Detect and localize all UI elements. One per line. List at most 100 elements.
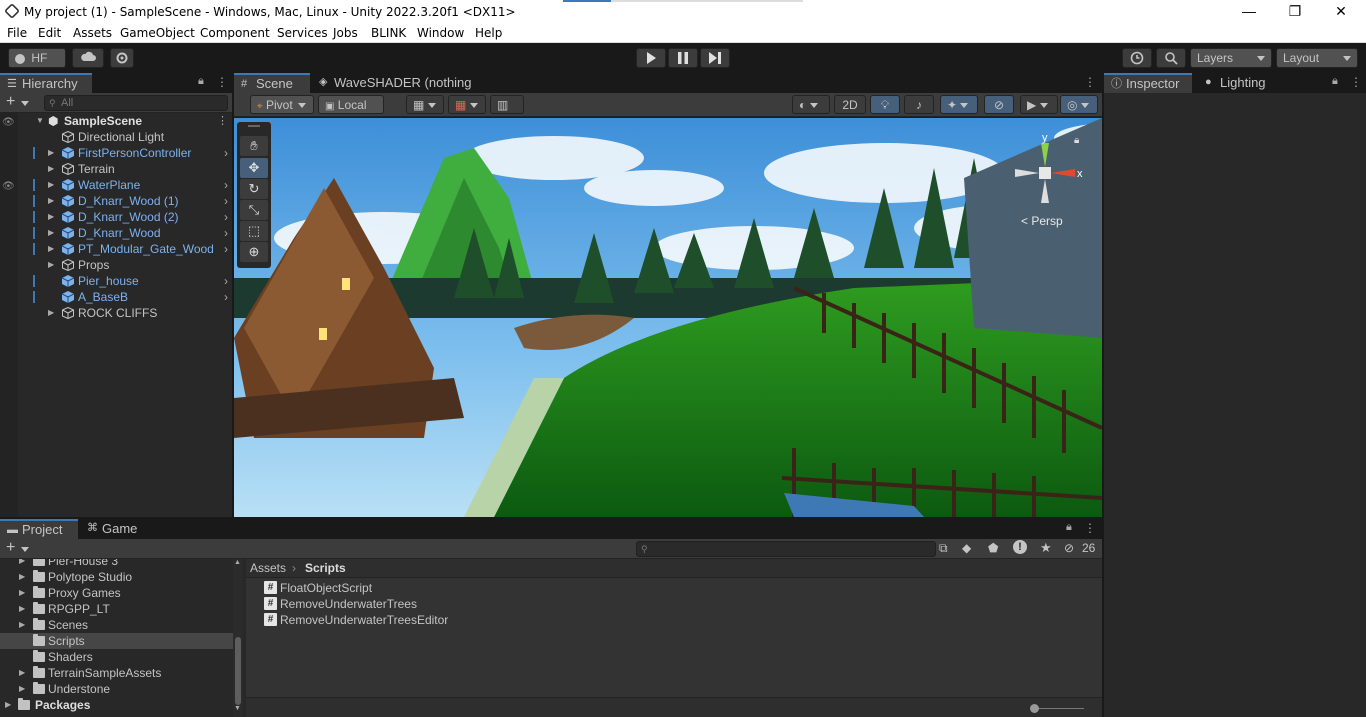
- lock-icon[interactable]: 🔒︎: [198, 75, 204, 88]
- folder-item[interactable]: ▶ Scenes: [0, 617, 233, 633]
- more-options-icon[interactable]: ⋮: [1084, 75, 1096, 89]
- chevron-right-icon[interactable]: ›: [224, 273, 228, 289]
- audio-toggle-button[interactable]: ♪: [904, 95, 934, 114]
- menu-help[interactable]: Help: [475, 26, 502, 40]
- hierarchy-item[interactable]: ▶ D_Knarr_Wood ›: [0, 225, 232, 241]
- hidden-packages-icon[interactable]: ⊘: [1064, 541, 1074, 555]
- collab-button[interactable]: [110, 48, 134, 68]
- expand-arrow-icon[interactable]: ▶: [48, 225, 58, 241]
- search-by-type-icon[interactable]: ⧉: [939, 541, 948, 556]
- increment-snap-button[interactable]: ▦: [448, 95, 486, 114]
- hierarchy-item[interactable]: ▶ D_Knarr_Wood (1) ›: [0, 193, 232, 209]
- add-icon[interactable]: +: [6, 539, 15, 557]
- folder-item[interactable]: ▶ Understone: [0, 681, 233, 697]
- packages-item[interactable]: ▶ Packages: [0, 697, 233, 713]
- rect-tool-button[interactable]: ⬚: [240, 221, 268, 241]
- add-icon[interactable]: +: [6, 93, 15, 111]
- label-tag-icon[interactable]: ⬟: [988, 541, 998, 555]
- chevron-right-icon[interactable]: ›: [224, 193, 228, 209]
- menu-jobs[interactable]: Jobs: [333, 26, 358, 40]
- folder-item[interactable]: ▶ Pier-House 3: [0, 559, 233, 569]
- folder-item[interactable]: Shaders: [0, 649, 233, 665]
- expand-arrow-icon[interactable]: ▶: [19, 617, 29, 633]
- icon-size-slider-handle[interactable]: [1030, 704, 1039, 713]
- icon-size-slider-track[interactable]: [1032, 708, 1084, 709]
- expand-arrow-icon[interactable]: ▶: [48, 241, 58, 257]
- expand-arrow-icon[interactable]: ▶: [19, 601, 29, 617]
- hierarchy-item[interactable]: ▶ ROCK CLIFFS: [0, 305, 232, 321]
- breadcrumb-scripts[interactable]: Scripts: [305, 561, 346, 575]
- cloud-button[interactable]: [72, 48, 104, 68]
- chevron-down-icon[interactable]: [21, 547, 29, 552]
- search-button[interactable]: [1156, 48, 1186, 68]
- tab-scene[interactable]: # Scene: [234, 73, 310, 93]
- expand-arrow-icon[interactable]: ▶: [48, 209, 58, 225]
- menu-gameobject[interactable]: GameObject: [120, 26, 195, 40]
- chevron-right-icon[interactable]: ›: [224, 209, 228, 225]
- tab-game[interactable]: ⌘ Game: [80, 519, 150, 539]
- chevron-right-icon[interactable]: ›: [224, 289, 228, 305]
- lock-icon[interactable]: 🔒︎: [1332, 75, 1338, 88]
- toggle-2d-button[interactable]: 2D: [834, 95, 866, 114]
- pause-button[interactable]: [668, 48, 698, 68]
- hierarchy-item[interactable]: ▶ WaterPlane ›: [0, 177, 232, 193]
- script-file-item[interactable]: # RemoveUnderwaterTreesEditor: [246, 612, 646, 628]
- menu-component[interactable]: Component: [200, 26, 270, 40]
- hierarchy-search-input[interactable]: ⚲ All: [44, 95, 228, 111]
- script-file-item[interactable]: # RemoveUnderwaterTrees: [246, 596, 646, 612]
- maximize-button[interactable]: ❐: [1272, 0, 1318, 24]
- camera-settings-button[interactable]: ▶: [1020, 95, 1058, 114]
- history-button[interactable]: [1122, 48, 1152, 68]
- expand-arrow-icon[interactable]: ▶: [19, 585, 29, 601]
- breadcrumb-assets[interactable]: Assets: [250, 561, 286, 575]
- account-dropdown[interactable]: HF: [8, 48, 66, 80]
- expand-arrow-icon[interactable]: ▶: [19, 559, 29, 569]
- layout-dropdown[interactable]: Layout: [1276, 48, 1358, 68]
- hierarchy-item[interactable]: ▶ PT_Modular_Gate_Wood ›: [0, 241, 232, 257]
- shading-mode-button[interactable]: ◐: [792, 95, 830, 114]
- tab-waveshader[interactable]: ◈ WaveSHADER (nothing lo...: [312, 73, 492, 110]
- local-dropdown[interactable]: ▣ Local: [318, 95, 384, 129]
- log-warning-icon[interactable]: !: [1013, 540, 1027, 554]
- chevron-right-icon[interactable]: ›: [224, 241, 228, 257]
- hierarchy-item[interactable]: ▶ D_Knarr_Wood (2) ›: [0, 209, 232, 225]
- minimize-button[interactable]: —: [1226, 0, 1272, 24]
- expand-arrow-icon[interactable]: ▶: [48, 177, 58, 193]
- menu-services[interactable]: Services: [277, 26, 328, 40]
- more-options-icon[interactable]: ⋮: [1084, 521, 1096, 535]
- folder-item[interactable]: ▶ RPGPP_LT: [0, 601, 233, 617]
- expand-arrow-icon[interactable]: ▶: [19, 681, 29, 697]
- effects-toggle-button[interactable]: ✦: [940, 95, 978, 114]
- project-search-input[interactable]: ⚲: [636, 541, 936, 557]
- hierarchy-item[interactable]: Directional Light: [0, 129, 232, 145]
- drag-handle[interactable]: [248, 125, 260, 127]
- grid-snap-button[interactable]: ▦: [406, 95, 444, 114]
- menu-blink[interactable]: BLINK: [371, 26, 406, 40]
- more-options-icon[interactable]: ⋮: [1350, 75, 1362, 89]
- expand-arrow-icon[interactable]: ▶: [48, 145, 58, 161]
- scrollbar-thumb[interactable]: [235, 637, 241, 705]
- more-options-icon[interactable]: ⋮: [217, 113, 228, 129]
- favorite-star-icon[interactable]: ★: [1040, 540, 1052, 556]
- folder-item[interactable]: ▶ Polytope Studio: [0, 569, 233, 585]
- pivot-dropdown[interactable]: ⌖ Pivot: [250, 95, 314, 114]
- chevron-down-icon[interactable]: [21, 101, 29, 106]
- expand-arrow-icon[interactable]: ▶: [5, 697, 15, 713]
- folder-item[interactable]: Scripts: [0, 633, 233, 649]
- tab-project[interactable]: ▬ Project: [0, 519, 78, 539]
- ruler-button[interactable]: ▥: [490, 95, 524, 127]
- tab-lighting[interactable]: ● Lighting: [1198, 73, 1288, 93]
- close-button[interactable]: ✕: [1318, 0, 1364, 24]
- expand-arrow-icon[interactable]: ▶: [48, 193, 58, 209]
- filter-type-icon[interactable]: ◆: [962, 541, 971, 555]
- expand-arrow-icon[interactable]: ▶: [48, 161, 58, 177]
- lighting-toggle-button[interactable]: 💡︎: [870, 95, 900, 114]
- layers-dropdown[interactable]: Layers: [1190, 48, 1272, 68]
- folder-item[interactable]: ▶ Proxy Games: [0, 585, 233, 601]
- scroll-down-icon[interactable]: ▼: [234, 705, 241, 712]
- hierarchy-item[interactable]: ▶ FirstPersonController ›: [0, 145, 232, 161]
- tab-inspector[interactable]: ⓘ Inspector: [1104, 73, 1192, 93]
- chevron-right-icon[interactable]: ›: [224, 225, 228, 241]
- play-button[interactable]: [636, 48, 666, 68]
- transform-tool-button[interactable]: ⊕: [240, 242, 268, 262]
